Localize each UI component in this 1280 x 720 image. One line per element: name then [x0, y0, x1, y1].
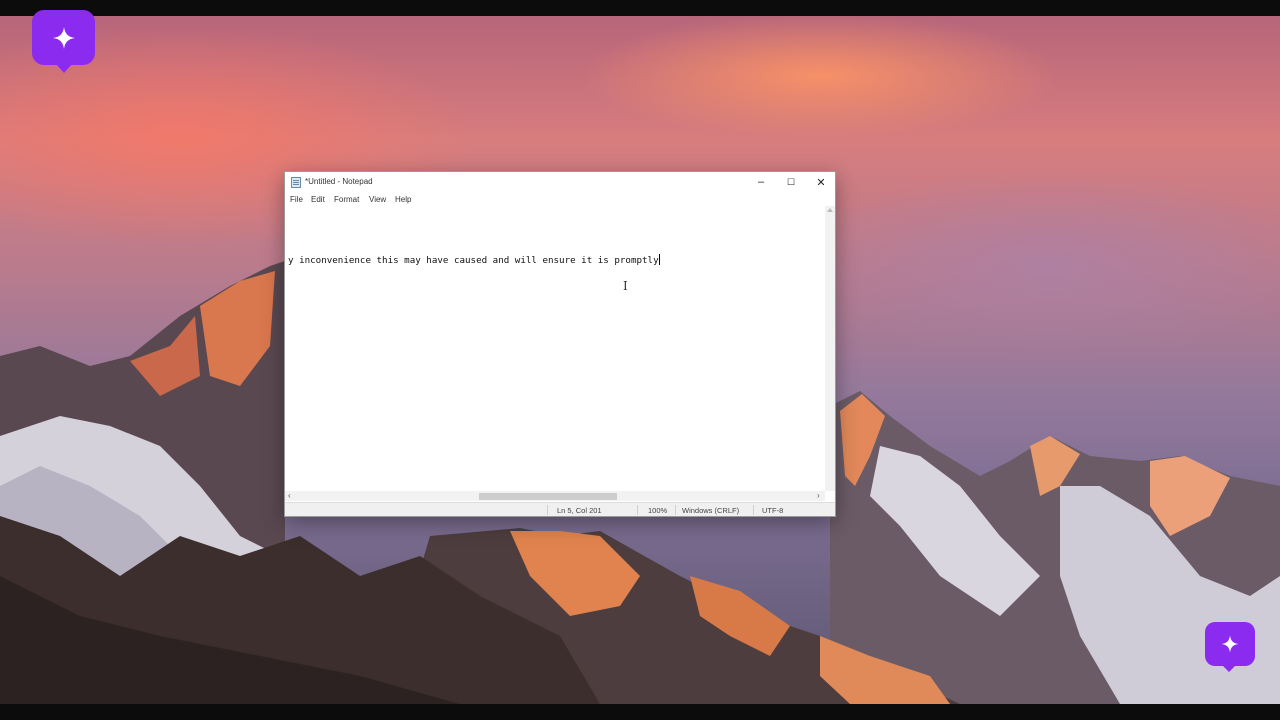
maximize-icon: ☐ [786, 176, 796, 187]
status-divider [753, 505, 754, 515]
notepad-window[interactable]: *Untitled - Notepad – ☐ ✕ File Edit Form… [284, 171, 836, 517]
app-logo [32, 10, 95, 65]
ibeam-cursor-icon: I [623, 279, 628, 293]
line-ending: Windows (CRLF) [682, 506, 740, 515]
text-editor[interactable]: y inconvenience this may have caused and… [285, 206, 825, 491]
editor-line: y inconvenience this may have caused and… [288, 254, 660, 266]
status-bar: Ln 5, Col 201 100% Windows (CRLF) UTF-8 [285, 502, 835, 516]
app-logo-corner-tail [1222, 665, 1236, 672]
cursor-position: Ln 5, Col 201 [557, 506, 602, 515]
close-icon: ✕ [816, 176, 826, 189]
menu-bar: File Edit Format View Help [285, 192, 835, 206]
title-bar[interactable]: *Untitled - Notepad – ☐ ✕ [285, 172, 835, 192]
vertical-scrollbar[interactable] [825, 206, 835, 491]
menu-view[interactable]: View [369, 195, 386, 204]
horizontal-scrollbar[interactable]: ‹ › [285, 491, 825, 501]
maximize-button[interactable]: ☐ [776, 172, 806, 192]
scroll-up-arrow-icon[interactable] [827, 208, 833, 212]
menu-edit[interactable]: Edit [311, 195, 325, 204]
text-caret [658, 254, 660, 265]
close-button[interactable]: ✕ [806, 172, 836, 192]
window-title: *Untitled - Notepad [305, 177, 373, 186]
status-divider [547, 505, 548, 515]
encoding: UTF-8 [762, 506, 784, 515]
menu-help[interactable]: Help [395, 195, 411, 204]
status-divider [675, 505, 676, 515]
sparkle-icon [1221, 635, 1239, 653]
minimize-button[interactable]: – [746, 172, 776, 192]
sparkle-icon [52, 26, 75, 49]
scroll-left-arrow-icon[interactable]: ‹ [288, 491, 291, 500]
menu-file[interactable]: File [290, 195, 303, 204]
app-logo-corner [1205, 622, 1255, 666]
notepad-icon [291, 177, 301, 188]
status-divider [637, 505, 638, 515]
editor-text: y inconvenience this may have caused and… [288, 255, 659, 266]
zoom-level: 100% [648, 506, 668, 515]
app-logo-tail [56, 64, 72, 73]
horizontal-scroll-thumb[interactable] [479, 493, 617, 500]
minimize-icon: – [757, 176, 765, 188]
scroll-right-arrow-icon[interactable]: › [817, 491, 820, 500]
menu-format[interactable]: Format [334, 195, 359, 204]
